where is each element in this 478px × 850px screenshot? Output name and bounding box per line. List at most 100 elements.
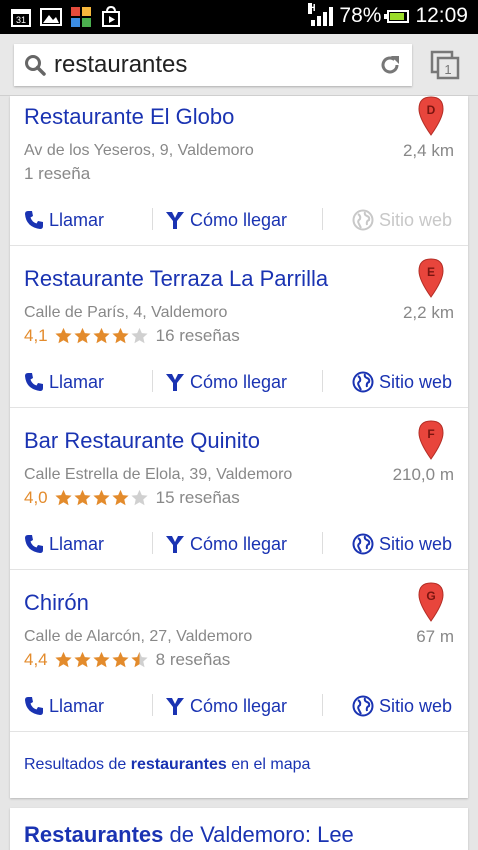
review-count[interactable]: 15 reseñas xyxy=(156,488,240,508)
call-button[interactable]: Llamar xyxy=(24,688,104,724)
star-icon xyxy=(112,327,129,344)
call-label: Llamar xyxy=(49,209,105,230)
map-marker-icon: F xyxy=(418,420,444,460)
rating-value: 4,1 xyxy=(24,326,48,345)
map-marker-icon: E xyxy=(418,258,444,298)
directions-label: Cómo llegar xyxy=(190,371,288,392)
rating-line: 4,4 8 reseñas xyxy=(24,650,230,670)
map-link-prefix: Resultados de xyxy=(24,756,127,773)
calendar-icon: 31 xyxy=(10,6,32,28)
website-label: Sitio web xyxy=(379,209,453,230)
tabs-icon[interactable]: 1 xyxy=(430,50,460,80)
marker-letter: F xyxy=(427,427,434,441)
phone-icon xyxy=(25,373,43,391)
website-label: Sitio web xyxy=(379,695,453,716)
battery-icon xyxy=(384,9,410,23)
map-results-link[interactable]: Resultados de restaurantes en el mapa xyxy=(24,756,310,774)
star-icon xyxy=(55,651,72,668)
place-actions: Llamar Cómo llegar Sitio web xyxy=(10,526,468,562)
rating-value: 4,0 xyxy=(24,488,48,507)
directions-label: Cómo llegar xyxy=(190,533,288,554)
gallery-icon xyxy=(40,6,62,28)
place-actions: Llamar Cómo llegar Sitio web xyxy=(10,202,468,238)
star-icon xyxy=(131,327,148,344)
place-distance: 2,2 km xyxy=(402,303,454,322)
play-store-icon xyxy=(100,6,122,28)
call-button[interactable]: Llamar xyxy=(24,202,104,238)
place-address: Calle de París, 4, Valdemoro xyxy=(24,304,228,321)
place-listing[interactable]: Restaurante Terraza La Parrilla E Calle de… xyxy=(10,246,468,408)
place-actions: Llamar Cómo llegar Sitio web xyxy=(10,688,468,724)
place-listing[interactable]: Chirón G Calle de Alarcón, 27, Valdemoro 67… xyxy=(10,570,468,732)
star-icon xyxy=(74,489,91,506)
phone-icon xyxy=(25,535,43,553)
marker-letter: E xyxy=(427,265,435,279)
web-result-title-rest: de Valdemoro: Lee xyxy=(169,822,354,847)
web-result-title[interactable]: Restaurantes de Valdemoro: Lee xyxy=(24,822,354,848)
place-name[interactable]: Chirón xyxy=(24,590,89,616)
directions-icon xyxy=(166,374,184,391)
star-rating xyxy=(54,327,149,345)
review-count[interactable]: 8 reseñas xyxy=(156,650,231,670)
star-icon xyxy=(131,651,148,668)
search-icon[interactable] xyxy=(24,54,46,76)
directions-button[interactable]: Cómo llegar xyxy=(165,202,287,238)
star-icon xyxy=(112,651,129,668)
star-icon xyxy=(93,651,110,668)
directions-label: Cómo llegar xyxy=(190,695,288,716)
network-type: H xyxy=(308,3,316,14)
search-header: 1 xyxy=(0,34,478,96)
star-icon xyxy=(112,489,129,506)
star-icon xyxy=(93,489,110,506)
website-button[interactable]: Sitio web xyxy=(352,202,452,238)
web-result-card[interactable]: Restaurantes de Valdemoro: Lee xyxy=(10,808,468,850)
website-button[interactable]: Sitio web xyxy=(352,526,452,562)
place-actions: Llamar Cómo llegar Sitio web xyxy=(10,364,468,400)
place-distance: 67 m xyxy=(416,627,454,646)
place-listing[interactable]: Restaurante El Globo D Av de los Yeseros, … xyxy=(10,96,468,246)
call-button[interactable]: Llamar xyxy=(24,526,104,562)
globe-icon xyxy=(352,371,374,393)
directions-label: Cómo llegar xyxy=(190,209,288,230)
directions-button[interactable]: Cómo llegar xyxy=(165,688,287,724)
place-name[interactable]: Restaurante Terraza La Parrilla xyxy=(24,266,328,292)
website-button[interactable]: Sitio web xyxy=(352,364,452,400)
battery-percent: 78% xyxy=(339,4,382,27)
directions-button[interactable]: Cómo llegar xyxy=(165,364,287,400)
globe-icon xyxy=(352,533,374,555)
map-link-suffix: en el mapa xyxy=(231,756,311,773)
local-results-card: Restaurante El Globo D Av de los Yeseros, … xyxy=(10,96,468,798)
search-box[interactable] xyxy=(14,44,412,86)
refresh-icon[interactable] xyxy=(378,53,402,77)
phone-icon xyxy=(25,211,43,229)
website-label: Sitio web xyxy=(379,533,453,554)
review-count[interactable]: 1 reseña xyxy=(24,164,90,184)
directions-icon xyxy=(166,536,184,553)
call-label: Llamar xyxy=(49,371,105,392)
directions-button[interactable]: Cómo llegar xyxy=(165,526,287,562)
globe-icon xyxy=(352,209,374,231)
place-distance: 2,4 km xyxy=(402,141,454,160)
call-label: Llamar xyxy=(49,533,105,554)
star-icon xyxy=(55,489,72,506)
search-input[interactable] xyxy=(54,49,364,81)
website-button[interactable]: Sitio web xyxy=(352,688,452,724)
svg-text:1: 1 xyxy=(444,62,451,77)
star-icon xyxy=(93,327,110,344)
rating-line: 4,0 15 reseñas xyxy=(24,488,240,508)
directions-icon xyxy=(166,698,184,715)
globe-icon xyxy=(352,695,374,717)
review-count[interactable]: 16 reseñas xyxy=(156,326,240,346)
star-rating xyxy=(54,651,149,669)
star-icon xyxy=(131,489,148,506)
notification-icons: 31 xyxy=(10,6,122,28)
place-listing[interactable]: Bar Restaurante Quinito F Calle Estrella d… xyxy=(10,408,468,570)
call-button[interactable]: Llamar xyxy=(24,364,104,400)
star-icon xyxy=(74,327,91,344)
place-address: Calle de Alarcón, 27, Valdemoro xyxy=(24,628,253,645)
directions-icon xyxy=(166,212,184,229)
place-name[interactable]: Bar Restaurante Quinito xyxy=(24,428,260,454)
place-distance: 210,0 m xyxy=(392,465,454,484)
place-address: Av de los Yeseros, 9, Valdemoro xyxy=(24,142,254,159)
place-name[interactable]: Restaurante El Globo xyxy=(24,104,234,130)
